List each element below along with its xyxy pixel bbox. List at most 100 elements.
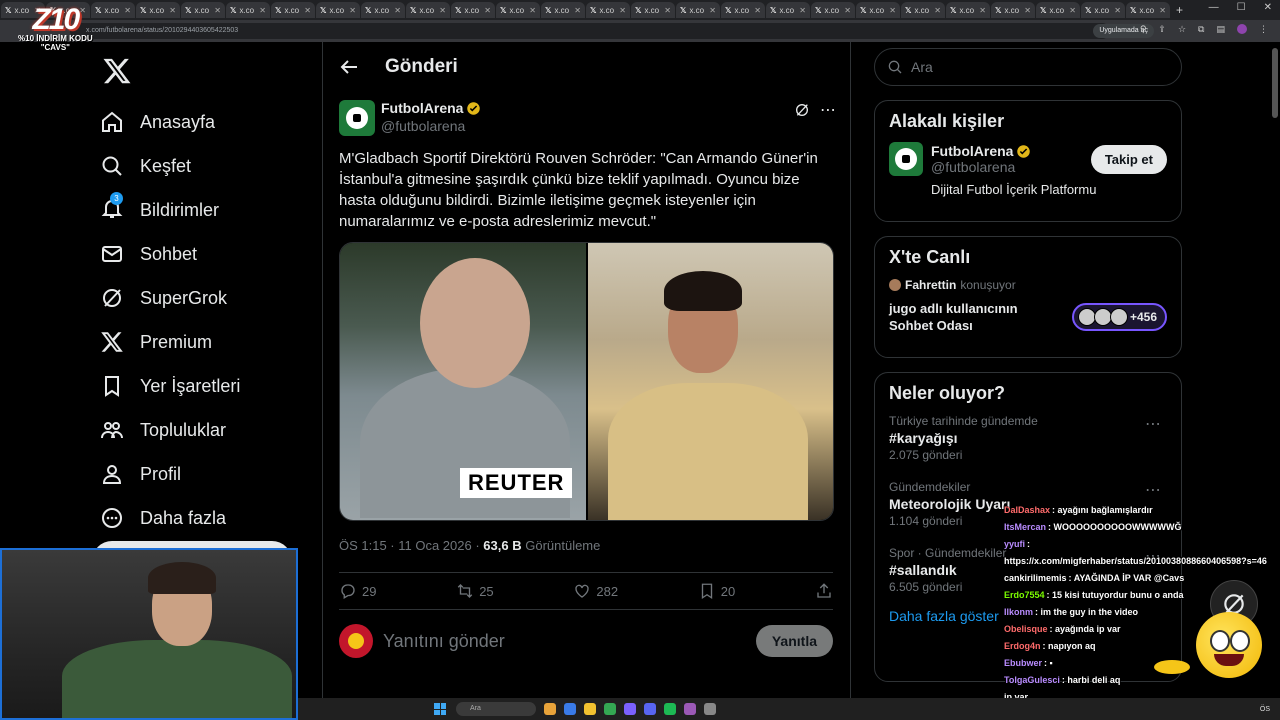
close-tab-icon[interactable]: ✕ (214, 6, 221, 15)
scrollbar[interactable] (1272, 48, 1278, 118)
browser-tab[interactable]: 𝕏x.co ✕ (901, 2, 945, 18)
media-photo-right[interactable] (588, 243, 833, 520)
close-tab-icon[interactable]: ✕ (394, 6, 401, 15)
zoom-icon[interactable]: ⚲ (1140, 24, 1147, 35)
browser-tab[interactable]: 𝕏x.co ✕ (811, 2, 855, 18)
close-tab-icon[interactable]: ✕ (799, 6, 806, 15)
close-tab-icon[interactable]: ✕ (259, 6, 266, 15)
nav-item-home[interactable]: Anasayfa (96, 100, 316, 144)
post-time[interactable]: ÖS 1:15 · 11 Oca 2026 · (339, 538, 483, 553)
nav-item-profile[interactable]: Profil (96, 452, 316, 496)
browser-tab[interactable]: 𝕏x.co ✕ (136, 2, 180, 18)
browser-tab[interactable]: 𝕏x.co ✕ (316, 2, 360, 18)
taskbar-app-icon[interactable] (544, 703, 556, 715)
search-input[interactable]: Ara (874, 48, 1182, 86)
like-action[interactable]: 282 (573, 582, 618, 600)
browser-tab[interactable]: 𝕏x.co ✕ (91, 2, 135, 18)
browser-tab[interactable]: 𝕏x.co ✕ (541, 2, 585, 18)
live-host[interactable]: Fahrettin konuşuyor (889, 278, 1167, 292)
taskbar-app-icon[interactable] (664, 703, 676, 715)
close-tab-icon[interactable]: ✕ (934, 6, 941, 15)
related-name[interactable]: FutbolArena (931, 143, 1013, 159)
extensions-icon[interactable]: ⧉ (1198, 24, 1204, 35)
close-tab-icon[interactable]: ✕ (529, 6, 536, 15)
star-icon[interactable]: ☆ (1178, 24, 1186, 35)
browser-tab[interactable]: 𝕏x.co ✕ (361, 2, 405, 18)
bookmark-action[interactable]: 20 (698, 582, 735, 600)
post-media[interactable]: REUTER (339, 242, 834, 521)
menu-icon[interactable]: ⋮ (1259, 24, 1268, 35)
taskbar-app-icon[interactable] (684, 703, 696, 715)
follow-button[interactable]: Takip et (1090, 144, 1167, 174)
browser-tab[interactable]: 𝕏x.co ✕ (496, 2, 540, 18)
browser-tab[interactable]: 𝕏x.co ✕ (766, 2, 810, 18)
taskbar-app-icon[interactable] (644, 703, 656, 715)
nav-item-supergrok[interactable]: SuperGrok (96, 276, 316, 320)
close-tab-icon[interactable]: ✕ (844, 6, 851, 15)
browser-tab[interactable]: 𝕏x.co ✕ (586, 2, 630, 18)
browser-tab[interactable]: 𝕏x.co ✕ (676, 2, 720, 18)
close-tab-icon[interactable]: ✕ (709, 6, 716, 15)
close-tab-icon[interactable]: ✕ (169, 6, 176, 15)
windows-start-icon[interactable] (434, 703, 446, 715)
close-tab-icon[interactable]: ✕ (349, 6, 356, 15)
browser-tab[interactable]: 𝕏x.co ✕ (631, 2, 675, 18)
user-avatar[interactable] (339, 624, 373, 658)
nav-item-notifications[interactable]: 3 Bildirimler (96, 188, 316, 232)
nav-item-explore[interactable]: Keşfet (96, 144, 316, 188)
media-photo-left[interactable]: REUTER (340, 243, 586, 520)
repost-action[interactable]: 25 (456, 582, 494, 600)
close-tab-icon[interactable]: ✕ (1069, 6, 1076, 15)
nav-item-messages[interactable]: Sohbet (96, 232, 316, 276)
browser-tab[interactable]: 𝕏x.co ✕ (181, 2, 225, 18)
taskbar-app-icon[interactable] (564, 703, 576, 715)
browser-tab[interactable]: 𝕏x.co ✕ (451, 2, 495, 18)
related-person[interactable]: FutbolArena @futbolarena Takip et (889, 142, 1167, 176)
maximize-icon[interactable]: ☐ (1237, 2, 1246, 13)
taskbar-app-icon[interactable] (604, 703, 616, 715)
taskbar-app-icon[interactable] (584, 703, 596, 715)
more-options-icon[interactable]: ⋯ (1145, 480, 1161, 500)
close-tab-icon[interactable]: ✕ (664, 6, 671, 15)
related-avatar[interactable] (889, 142, 923, 176)
close-tab-icon[interactable]: ✕ (619, 6, 626, 15)
close-tab-icon[interactable]: ✕ (1114, 6, 1121, 15)
live-room[interactable]: jugo adlı kullanıcının Sohbet Odası +456 (889, 300, 1167, 334)
taskbar-search[interactable]: Ara (456, 702, 536, 716)
share-action[interactable] (815, 582, 833, 600)
trend-item[interactable]: Türkiye tarihinde gündemde #karyağışı 2.… (889, 414, 1167, 462)
post-author[interactable]: FutbolArena @futbolarena (339, 100, 481, 136)
close-window-icon[interactable]: ✕ (1264, 2, 1272, 13)
close-tab-icon[interactable]: ✕ (1024, 6, 1031, 15)
grok-icon[interactable] (794, 102, 810, 118)
browser-tab[interactable]: 𝕏x.co ✕ (721, 2, 765, 18)
browser-tab[interactable]: 𝕏x.co ✕ (1036, 2, 1080, 18)
minimize-icon[interactable]: — (1209, 2, 1219, 13)
reply-input[interactable]: Yanıtını gönder (383, 631, 505, 652)
more-options-icon[interactable]: ⋯ (820, 100, 836, 120)
back-arrow-icon[interactable] (337, 55, 361, 79)
close-tab-icon[interactable]: ✕ (1159, 6, 1166, 15)
close-tab-icon[interactable]: ✕ (304, 6, 311, 15)
nav-item-bookmarks[interactable]: Yer İşaretleri (96, 364, 316, 408)
browser-tab[interactable]: 𝕏x.co ✕ (226, 2, 270, 18)
nav-item-more[interactable]: Daha fazla (96, 496, 316, 540)
share-icon[interactable]: ⇪ (1158, 24, 1166, 35)
taskbar-app-icon[interactable] (704, 703, 716, 715)
sidepanel-icon[interactable]: ▤ (1216, 24, 1225, 35)
browser-tab[interactable]: 𝕏x.co ✕ (991, 2, 1035, 18)
browser-tab[interactable]: 𝕏x.co ✕ (271, 2, 315, 18)
browser-tab[interactable]: 𝕏x.co ✕ (1126, 2, 1170, 18)
window-controls[interactable]: — ☐ ✕ (1209, 2, 1272, 13)
author-name[interactable]: FutbolArena (381, 100, 463, 116)
close-tab-icon[interactable]: ✕ (124, 6, 131, 15)
close-tab-icon[interactable]: ✕ (889, 6, 896, 15)
close-tab-icon[interactable]: ✕ (979, 6, 986, 15)
x-logo-icon[interactable] (102, 56, 132, 86)
browser-tab[interactable]: 𝕏x.co ✕ (1081, 2, 1125, 18)
new-tab-icon[interactable]: + (1176, 3, 1183, 17)
close-tab-icon[interactable]: ✕ (754, 6, 761, 15)
more-options-icon[interactable]: ⋯ (1145, 414, 1161, 434)
nav-item-premium[interactable]: Premium (96, 320, 316, 364)
browser-tab[interactable]: 𝕏x.co ✕ (856, 2, 900, 18)
